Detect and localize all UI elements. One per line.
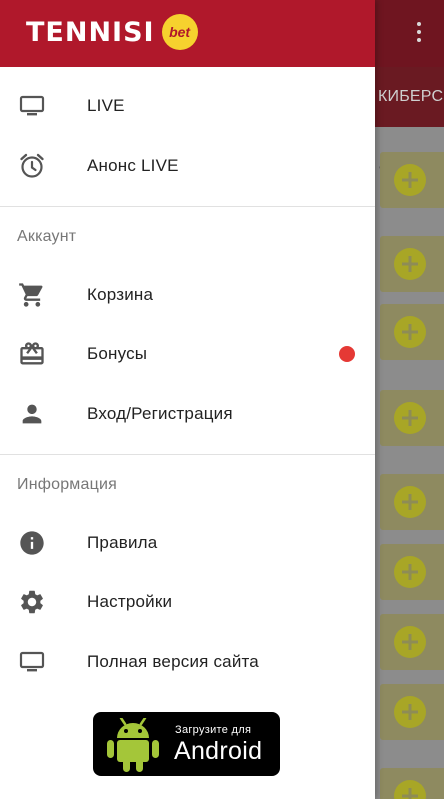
menu-item-full-site[interactable]: Полная версия сайта [0,634,375,690]
menu-label-settings: Настройки [87,592,173,611]
add-bet-icon [394,402,426,434]
background-event-card [380,768,444,799]
more-options-icon [416,22,422,44]
menu-item-settings[interactable]: Настройки [0,574,375,630]
navigation-drawer: TENNISI bet LIVE Анонс LIVE Аккаунт Корз… [0,0,375,799]
background-event-card [380,474,444,530]
background-event-card [380,236,444,292]
new-bonus-badge-dot [339,346,355,362]
alarm-clock-icon [17,151,47,181]
menu-item-live-announcement[interactable]: Анонс LIVE [0,138,375,194]
add-bet-icon [394,696,426,728]
background-event-card [380,152,444,208]
menu-item-cart[interactable]: Корзина [0,267,375,323]
menu-item-live[interactable]: LIVE [0,78,375,134]
background-event-card [380,614,444,670]
store-badge-small-text: Загрузите для [175,724,252,736]
monitor-icon [17,647,47,677]
android-download-button[interactable]: Загрузите для Android [93,712,280,776]
menu-label-live: LIVE [87,96,125,115]
person-icon [17,399,47,429]
background-event-card [380,390,444,446]
menu-label-bonuses: Бонусы [87,344,148,363]
drawer-header: TENNISI bet [0,0,375,67]
add-bet-icon [394,164,426,196]
menu-item-login-register[interactable]: Вход/Регистрация [0,386,375,442]
section-title-account: Аккаунт [17,228,77,245]
background-event-card [380,544,444,600]
section-title-information: Информация [17,476,117,493]
add-bet-icon [394,626,426,658]
divider [0,454,375,455]
menu-label-cart: Корзина [87,285,154,304]
gift-card-icon [17,339,47,369]
add-bet-icon [394,486,426,518]
menu-label-full-site: Полная версия сайта [87,652,259,671]
logo-text: TENNISI [26,16,155,48]
menu-item-bonuses[interactable]: Бонусы [0,326,375,382]
info-icon [17,528,47,558]
add-bet-icon [394,248,426,280]
menu-label-live-announcement: Анонс LIVE [87,156,179,175]
menu-label-rules: Правила [87,533,158,552]
menu-label-login-register: Вход/Регистрация [87,404,233,423]
android-robot-icon [107,718,159,772]
logo-bet-badge: bet [161,14,198,50]
menu-item-rules[interactable]: Правила [0,515,375,571]
divider [0,206,375,207]
tennisi-logo[interactable]: TENNISI bet [26,14,198,50]
store-badge-platform-text: Android [174,737,263,765]
add-bet-icon [394,780,426,799]
cart-icon [17,280,47,310]
add-bet-icon [394,556,426,588]
background-event-card [380,304,444,360]
add-bet-icon [394,316,426,348]
gear-icon [17,587,47,617]
monitor-icon [17,91,47,121]
background-event-card [380,684,444,740]
background-tab-label: КИБЕРСП [378,88,444,105]
